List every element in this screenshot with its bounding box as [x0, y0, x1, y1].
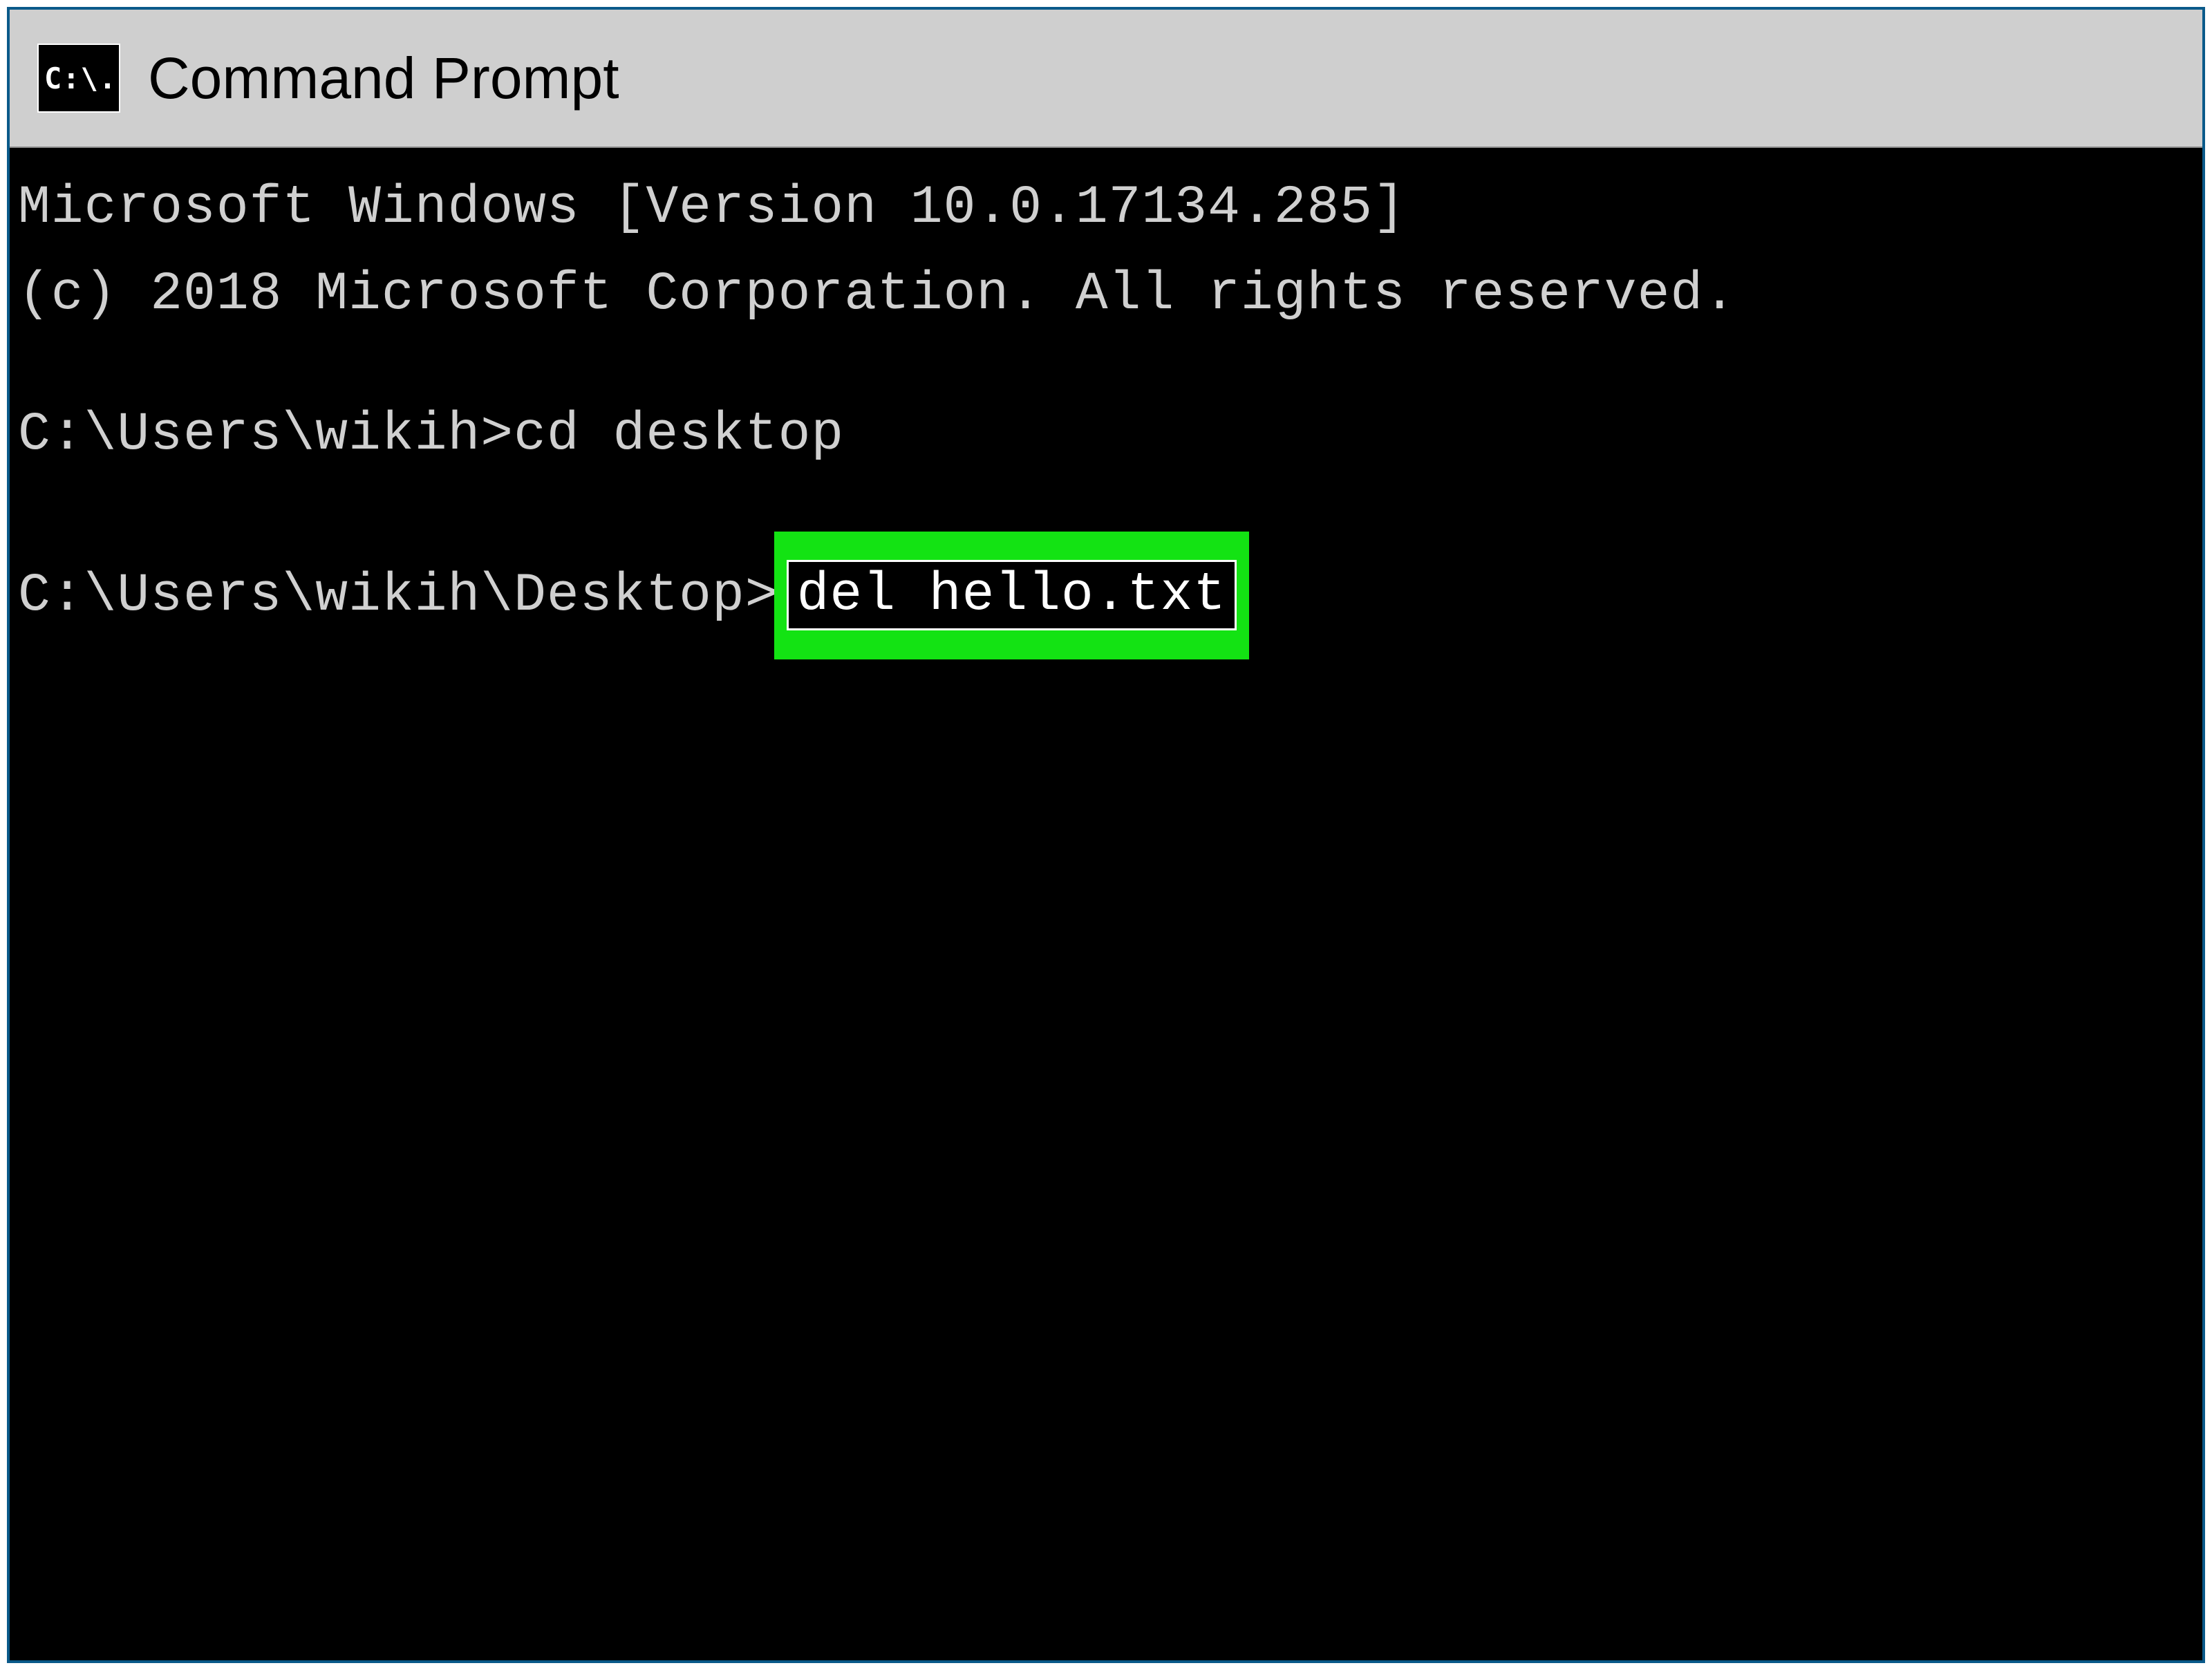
output-line-version: Microsoft Windows [Version 10.0.17134.28…	[18, 165, 2194, 252]
prompt-1: C:\Users\wikih>	[18, 404, 514, 465]
cmd-icon: C:\.	[37, 44, 120, 113]
prompt-2: C:\Users\wikih\Desktop>	[18, 565, 778, 626]
highlight-box: del hello.txt	[774, 532, 1250, 659]
prompt-line-2: C:\Users\wikih\Desktop>del hello.txt	[18, 532, 2194, 659]
window-title: Command Prompt	[148, 45, 619, 112]
output-line-copyright: (c) 2018 Microsoft Corporation. All righ…	[18, 252, 2194, 338]
terminal-output[interactable]: Microsoft Windows [Version 10.0.17134.28…	[10, 148, 2202, 1660]
prompt-line-1: C:\Users\wikih>cd desktop	[18, 392, 2194, 478]
command-2: del hello.txt	[787, 560, 1237, 630]
titlebar[interactable]: C:\. Command Prompt	[10, 10, 2202, 148]
blank-line	[18, 478, 2194, 532]
command-1: cd desktop	[514, 404, 844, 465]
cmd-icon-text: C:\.	[44, 62, 117, 95]
blank-line	[18, 338, 2194, 392]
command-prompt-window: C:\. Command Prompt Microsoft Windows [V…	[7, 7, 2205, 1663]
